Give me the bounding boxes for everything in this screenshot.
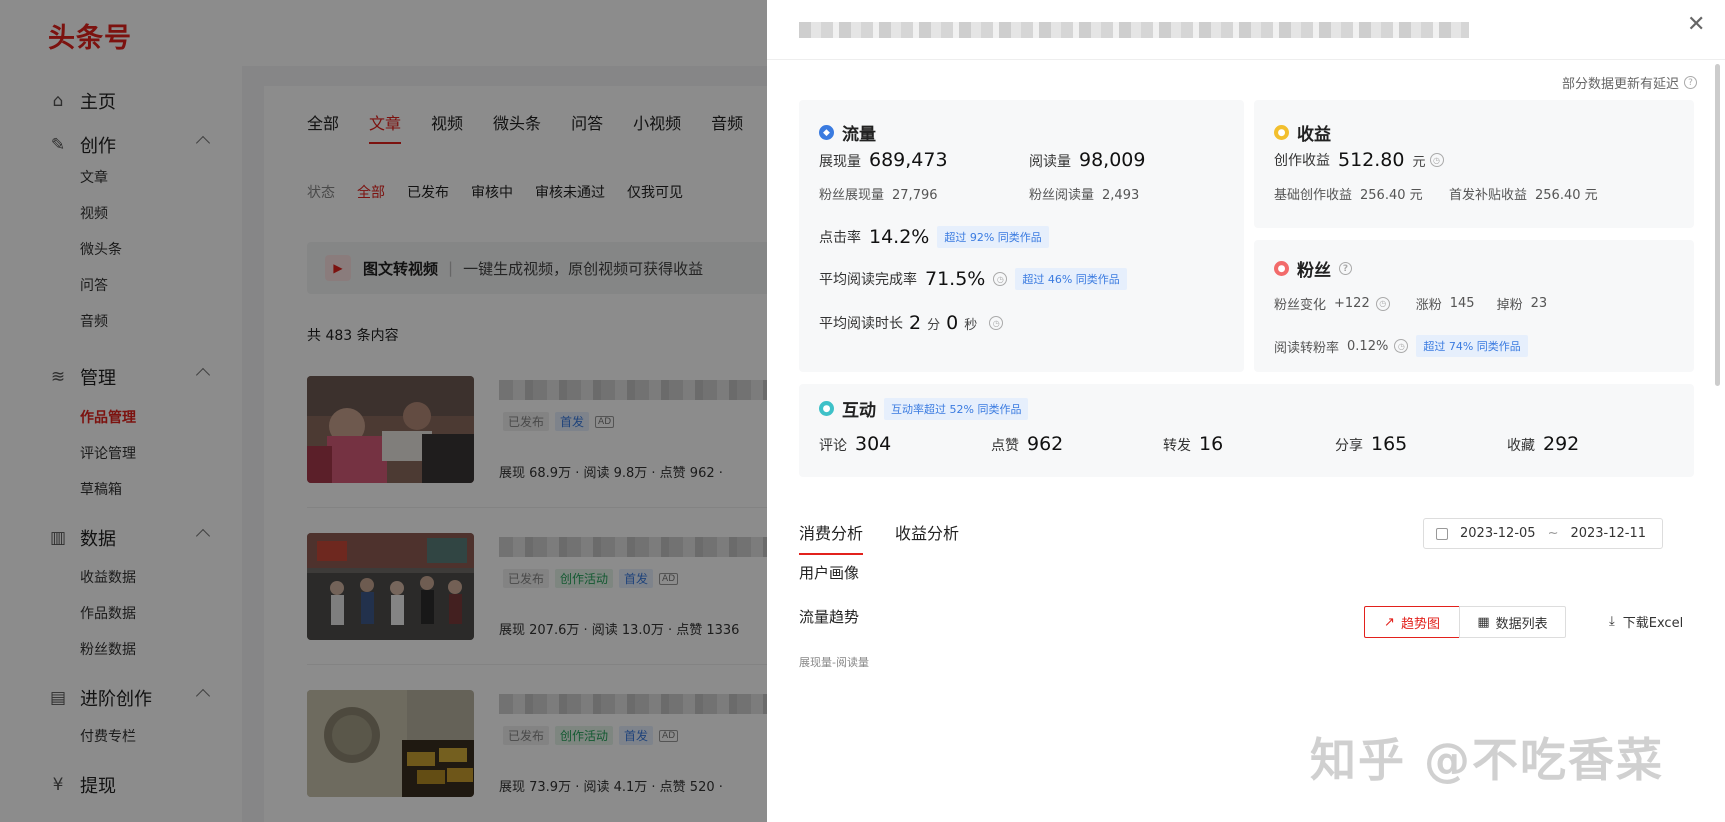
creation-income-value: 512.80	[1338, 149, 1405, 171]
completion-value: 71.5%	[925, 268, 986, 290]
trend-line-icon: ↗	[1384, 614, 1395, 630]
duration-sec-value: 0	[946, 312, 959, 334]
analysis-tabs: 消费分析 收益分析	[799, 520, 959, 555]
comments-value: 304	[855, 433, 892, 455]
date-end: 2023-12-11	[1570, 526, 1647, 541]
chart-legend: 展现量-阅读量	[799, 656, 869, 669]
fan-impressions-value: 27,796	[892, 188, 938, 203]
fans-change-value: +122	[1334, 296, 1370, 311]
clock-icon[interactable]: ◷	[993, 272, 1008, 286]
watermark: 知乎 @不吃香菜	[1310, 733, 1665, 787]
clock-icon[interactable]: ◷	[1375, 296, 1390, 311]
clock-icon[interactable]: ◷	[989, 316, 1004, 330]
trend-chart-button[interactable]: ↗ 趋势图	[1364, 606, 1460, 638]
drawer-title-blurred	[799, 22, 1469, 38]
clock-icon[interactable]: ◷	[1394, 339, 1409, 353]
ctr-value: 14.2%	[869, 226, 930, 248]
interaction-card: ● 互动 互动率超过 52% 同类作品 评论 304 点赞 962 转发 16 …	[799, 384, 1694, 477]
ctr-badge: 超过 92% 同类作品	[937, 226, 1049, 248]
drawer-header: ✕	[767, 0, 1725, 60]
modal-backdrop[interactable]	[0, 0, 767, 822]
fans-gain-value: 145	[1449, 296, 1475, 311]
delay-note: 部分数据更新有延迟 ?	[1562, 73, 1697, 92]
tab-consumption-analysis[interactable]: 消费分析	[799, 520, 864, 555]
completion-badge: 超过 46% 同类作品	[1015, 268, 1127, 290]
date-start: 2023-12-05	[1460, 526, 1536, 541]
chat-bubble-icon: ●	[819, 401, 834, 416]
traffic-icon: ◆	[819, 125, 834, 140]
basic-income-value: 256.40 元	[1360, 188, 1423, 203]
fan-reads-value: 2,493	[1102, 188, 1140, 203]
traffic-card: ◆ 流量 展现量 689,473 阅读量 98,009 粉丝展现量 27,796…	[799, 100, 1244, 372]
reposts-value: 16	[1199, 433, 1224, 455]
article-data-drawer: ✕ 部分数据更新有延迟 ? ◆ 流量 展现量 689,473 阅读量 98,00…	[767, 0, 1725, 822]
table-icon: ▦	[1477, 614, 1490, 630]
shares-value: 165	[1371, 433, 1408, 455]
download-icon: ⤓	[1609, 614, 1615, 629]
coin-icon: ●	[1274, 125, 1289, 140]
reads-value: 98,009	[1079, 149, 1146, 171]
data-list-button[interactable]: ▦ 数据列表	[1459, 606, 1566, 638]
clock-icon[interactable]: ◷	[1429, 153, 1444, 167]
income-card: ● 收益 创作收益 512.80 元 ◷ 基础创作收益 256.40 元 首发补…	[1254, 100, 1694, 228]
conversion-value: 0.12%	[1347, 338, 1389, 354]
scrollbar[interactable]	[1715, 64, 1720, 386]
traffic-trend-heading: 流量趋势	[799, 608, 860, 626]
help-icon[interactable]: ?	[1684, 76, 1697, 89]
download-excel-button[interactable]: ⤓ 下载Excel	[1609, 612, 1683, 631]
date-range-picker[interactable]: 2023-12-05 ~ 2023-12-11	[1423, 518, 1663, 549]
likes-value: 962	[1027, 433, 1064, 455]
calendar-icon	[1436, 527, 1448, 540]
close-icon[interactable]: ✕	[1687, 12, 1705, 37]
favorites-value: 292	[1543, 433, 1580, 455]
fans-loss-value: 23	[1530, 296, 1548, 311]
impressions-value: 689,473	[869, 149, 948, 171]
help-icon[interactable]: ?	[1339, 262, 1352, 275]
conversion-badge: 超过 74% 同类作品	[1416, 335, 1528, 357]
tab-income-analysis[interactable]: 收益分析	[895, 520, 959, 544]
subsidy-income-value: 256.40 元	[1535, 188, 1598, 203]
user-icon: ●	[1274, 261, 1289, 276]
user-profile-link[interactable]: 用户画像	[799, 562, 859, 583]
duration-min-value: 2	[909, 312, 922, 334]
fans-card: ● 粉丝 ? 粉丝变化 +122 ◷ 涨粉 145 掉粉 23 阅读转粉率 0.…	[1254, 240, 1694, 372]
interaction-badge: 互动率超过 52% 同类作品	[884, 397, 1029, 420]
